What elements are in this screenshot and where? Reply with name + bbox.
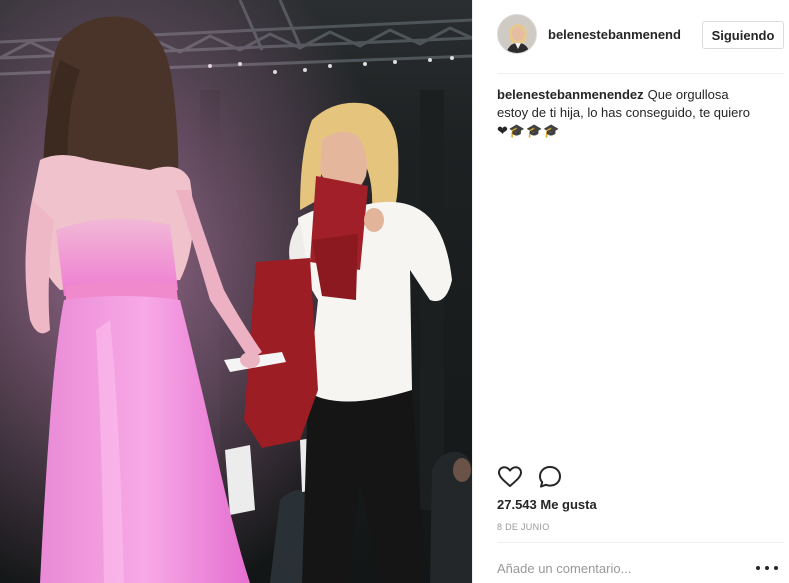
header-username[interactable]: belenestebanmenend — [548, 27, 681, 42]
instagram-post: belenestebanmenend Siguiendo belenesteba… — [0, 0, 789, 583]
dot-icon — [756, 566, 760, 570]
dot-icon — [765, 566, 769, 570]
post-date: 8 DE JUNIO — [497, 522, 550, 532]
caption-emoji: ❤🎓🎓🎓 — [497, 123, 561, 138]
heart-icon[interactable] — [497, 464, 523, 490]
post-photo[interactable] — [0, 0, 472, 583]
avatar-photo — [498, 15, 536, 53]
post-header: belenestebanmenend Siguiendo — [473, 0, 789, 72]
avatar[interactable] — [497, 14, 537, 54]
like-count[interactable]: 27.543 Me gusta — [497, 497, 597, 512]
post-caption: belenestebanmenendez Que orgullosa estoy … — [497, 86, 757, 140]
more-options-icon[interactable] — [756, 560, 778, 576]
action-bar — [497, 464, 784, 490]
graduation-photo — [0, 0, 472, 583]
dot-icon — [774, 566, 778, 570]
post-details-panel: belenestebanmenend Siguiendo belenesteba… — [472, 0, 789, 583]
comment-divider — [497, 542, 784, 543]
caption-username[interactable]: belenestebanmenendez — [497, 87, 644, 102]
following-button[interactable]: Siguiendo — [702, 21, 784, 49]
header-divider — [497, 73, 784, 74]
speech-bubble-icon[interactable] — [537, 464, 563, 490]
comment-input[interactable] — [497, 558, 747, 578]
